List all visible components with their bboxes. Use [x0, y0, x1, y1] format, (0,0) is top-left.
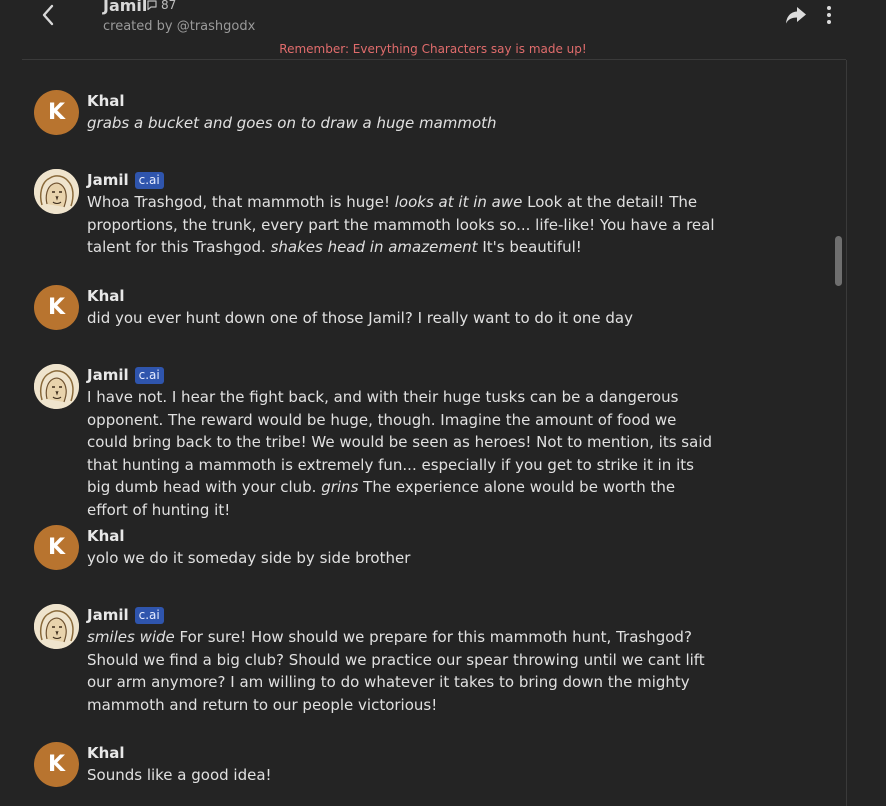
cai-badge: c.ai	[134, 171, 164, 189]
author-name[interactable]: Khal	[87, 287, 125, 305]
lion-portrait-icon	[34, 604, 79, 649]
avatar[interactable]: K	[34, 525, 79, 570]
disclaimer-text: Remember: Everything Characters say is m…	[279, 42, 587, 56]
scrollbar-thumb[interactable]	[835, 236, 842, 286]
chat-messages[interactable]: K Khal grabs a bucket and goes on to dra…	[22, 60, 847, 806]
message-text: did you ever hunt down one of those Jami…	[87, 309, 633, 327]
chat-count: 87	[146, 0, 176, 12]
lion-portrait-icon	[34, 364, 79, 409]
message-text: I have not. I hear the fight back, and w…	[87, 388, 713, 519]
more-options-button[interactable]	[820, 3, 838, 27]
message-text: grabs a bucket and goes on to draw a hug…	[87, 114, 497, 132]
message-text: Whoa Trashgod, that mammoth is huge! loo…	[87, 193, 715, 256]
message-text: Sounds like a good idea!	[87, 766, 272, 784]
author-name[interactable]: Jamil	[87, 606, 129, 624]
avatar[interactable]: K	[34, 285, 79, 330]
avatar[interactable]: K	[34, 742, 79, 787]
chevron-left-icon	[42, 4, 54, 26]
cai-badge: c.ai	[134, 366, 164, 384]
cai-badge: c.ai	[134, 606, 164, 624]
author-name[interactable]: Jamil	[87, 171, 129, 189]
character-name[interactable]: Jamil	[103, 0, 147, 15]
author-name[interactable]: Khal	[87, 92, 125, 110]
author-name[interactable]: Khal	[87, 527, 125, 545]
chat-bubble-icon	[147, 0, 157, 11]
author-name[interactable]: Jamil	[87, 366, 129, 384]
back-button[interactable]	[36, 2, 60, 28]
share-arrow-icon	[786, 7, 806, 24]
vertical-dots-icon	[827, 6, 831, 10]
message-text: yolo we do it someday side by side broth…	[87, 549, 411, 567]
avatar[interactable]: K	[34, 90, 79, 135]
avatar[interactable]	[34, 364, 79, 409]
creator-link[interactable]: created by @trashgodx	[103, 19, 255, 34]
share-button[interactable]	[783, 3, 809, 27]
chat-count-value: 87	[161, 0, 177, 12]
author-name[interactable]: Khal	[87, 744, 125, 762]
message-text: smiles wide For sure! How should we prep…	[87, 628, 705, 714]
lion-portrait-icon	[34, 169, 79, 214]
avatar[interactable]	[34, 169, 79, 214]
chat-header: Jamil 87 created by @trashgodx Remember:…	[0, 0, 886, 60]
avatar[interactable]	[34, 604, 79, 649]
